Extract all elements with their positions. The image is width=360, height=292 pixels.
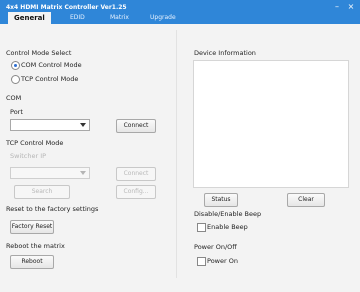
power-on-label: Power On xyxy=(207,257,238,265)
port-dropdown[interactable] xyxy=(10,119,90,131)
control-mode-select-label: Control Mode Select xyxy=(6,49,72,57)
com-control-mode-label: COM Control Mode xyxy=(21,61,82,69)
tab-upgrade[interactable]: Upgrade xyxy=(150,12,176,24)
factory-reset-button[interactable]: Factory Reset xyxy=(10,220,54,234)
app-window: 4x4 HDMI Matrix Controller Ver1.25 – × G… xyxy=(0,0,360,292)
title-bar: 4x4 HDMI Matrix Controller Ver1.25 – × G… xyxy=(0,0,360,24)
chevron-down-icon xyxy=(80,171,86,175)
tcp-connect-button[interactable]: Connect xyxy=(116,167,156,181)
status-button[interactable]: Status xyxy=(204,193,238,207)
clear-button[interactable]: Clear xyxy=(287,193,325,207)
factory-reset-section-label: Reset to the factory settings xyxy=(6,205,99,213)
device-information-label: Device Information xyxy=(194,49,256,57)
enable-beep-checkbox[interactable] xyxy=(197,223,206,232)
com-connect-button[interactable]: Connect xyxy=(116,119,156,133)
beep-section-label: Disable/Enable Beep xyxy=(194,210,262,218)
tab-edid[interactable]: EDID xyxy=(70,12,85,24)
com-control-mode-radio[interactable] xyxy=(11,61,20,70)
tcp-control-mode-label: TCP Control Mode xyxy=(21,75,79,83)
reboot-section-label: Reboot the matrix xyxy=(6,242,65,250)
power-on-checkbox[interactable] xyxy=(197,257,206,266)
switcher-ip-label: Switcher IP xyxy=(10,152,47,160)
tab-matrix[interactable]: Matrix xyxy=(110,12,129,24)
com-section-label: COM xyxy=(6,94,22,102)
window-title: 4x4 HDMI Matrix Controller Ver1.25 xyxy=(6,4,127,11)
config-button[interactable]: Config... xyxy=(116,185,156,199)
radio-selected-indicator xyxy=(14,64,17,67)
search-button[interactable]: Search xyxy=(14,185,70,199)
tcp-section-label: TCP Control Mode xyxy=(6,139,64,147)
column-divider xyxy=(176,30,177,278)
enable-beep-label: Enable Beep xyxy=(207,223,248,231)
port-label: Port xyxy=(10,108,23,116)
power-section-label: Power On/Off xyxy=(194,243,237,251)
tab-general[interactable]: General xyxy=(8,12,51,24)
chevron-down-icon xyxy=(80,123,86,127)
switcher-ip-dropdown[interactable] xyxy=(10,167,90,179)
tcp-control-mode-radio[interactable] xyxy=(11,75,20,84)
close-icon[interactable]: × xyxy=(346,2,356,12)
reboot-button[interactable]: Reboot xyxy=(10,255,54,269)
minimize-icon[interactable]: – xyxy=(332,2,342,12)
device-information-box[interactable] xyxy=(193,60,349,188)
